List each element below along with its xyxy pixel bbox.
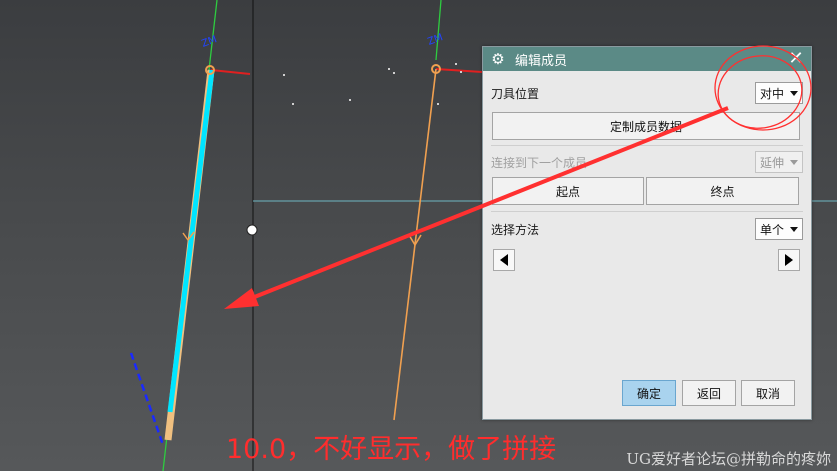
dialog-title: 编辑成员 — [515, 53, 568, 69]
blue-dashed-line — [129, 352, 165, 446]
start-point-button[interactable]: 起点 — [492, 177, 644, 205]
select-method-select[interactable]: 单个 — [755, 218, 803, 240]
arrow-right-icon — [785, 254, 793, 266]
select-method-value: 单个 — [760, 222, 785, 237]
left-red-axis — [210, 69, 251, 75]
scatter-dots — [283, 63, 462, 105]
tool-position-row: 刀具位置 对中 — [491, 81, 803, 105]
select-method-row: 选择方法 单个 — [491, 217, 803, 241]
chevron-down-icon — [790, 160, 798, 165]
right-red-axis — [435, 68, 483, 73]
right-zm-label: ZM — [426, 32, 444, 48]
white-point-marker — [246, 224, 258, 236]
gear-icon: ⚙ — [491, 50, 505, 68]
tool-position-value: 对中 — [760, 86, 785, 101]
ok-button[interactable]: 确定 — [622, 380, 676, 406]
left-toolpath-cyan — [167, 69, 215, 413]
connect-select[interactable]: 延伸 — [755, 151, 803, 173]
close-icon[interactable]: ✕ — [787, 48, 805, 69]
chevron-down-icon — [790, 91, 798, 96]
arrow-left-icon — [500, 254, 508, 266]
customize-member-data-button[interactable]: 定制成员数据 — [492, 112, 800, 140]
select-method-label: 选择方法 — [491, 222, 540, 237]
tool-position-label: 刀具位置 — [491, 86, 540, 101]
annotation-caption: 10.0，不好显示，做了拼接 — [226, 434, 557, 465]
connect-value: 延伸 — [760, 155, 785, 170]
edit-member-dialog: ⚙ 编辑成员 ✕ 刀具位置 对中 定制成员数据 连接到下一个成员 延伸 起点 终… — [482, 46, 812, 420]
divider — [491, 145, 803, 146]
connect-label: 连接到下一个成员 — [491, 155, 588, 170]
previous-button[interactable] — [493, 249, 515, 271]
divider — [491, 211, 803, 212]
back-button[interactable]: 返回 — [682, 380, 736, 406]
end-point-button[interactable]: 终点 — [646, 177, 799, 205]
connect-row: 连接到下一个成员 延伸 — [491, 150, 803, 174]
watermark: UG爱好者论坛@拼勒命的疼妳 — [626, 450, 831, 468]
next-button[interactable] — [778, 249, 800, 271]
chevron-down-icon — [790, 227, 798, 232]
left-zm-label: ZM — [200, 34, 218, 50]
cancel-button[interactable]: 取消 — [741, 380, 795, 406]
right-green-axis — [435, 0, 442, 61]
dialog-titlebar[interactable]: ⚙ 编辑成员 ✕ — [483, 47, 811, 71]
tool-position-select[interactable]: 对中 — [755, 82, 803, 104]
